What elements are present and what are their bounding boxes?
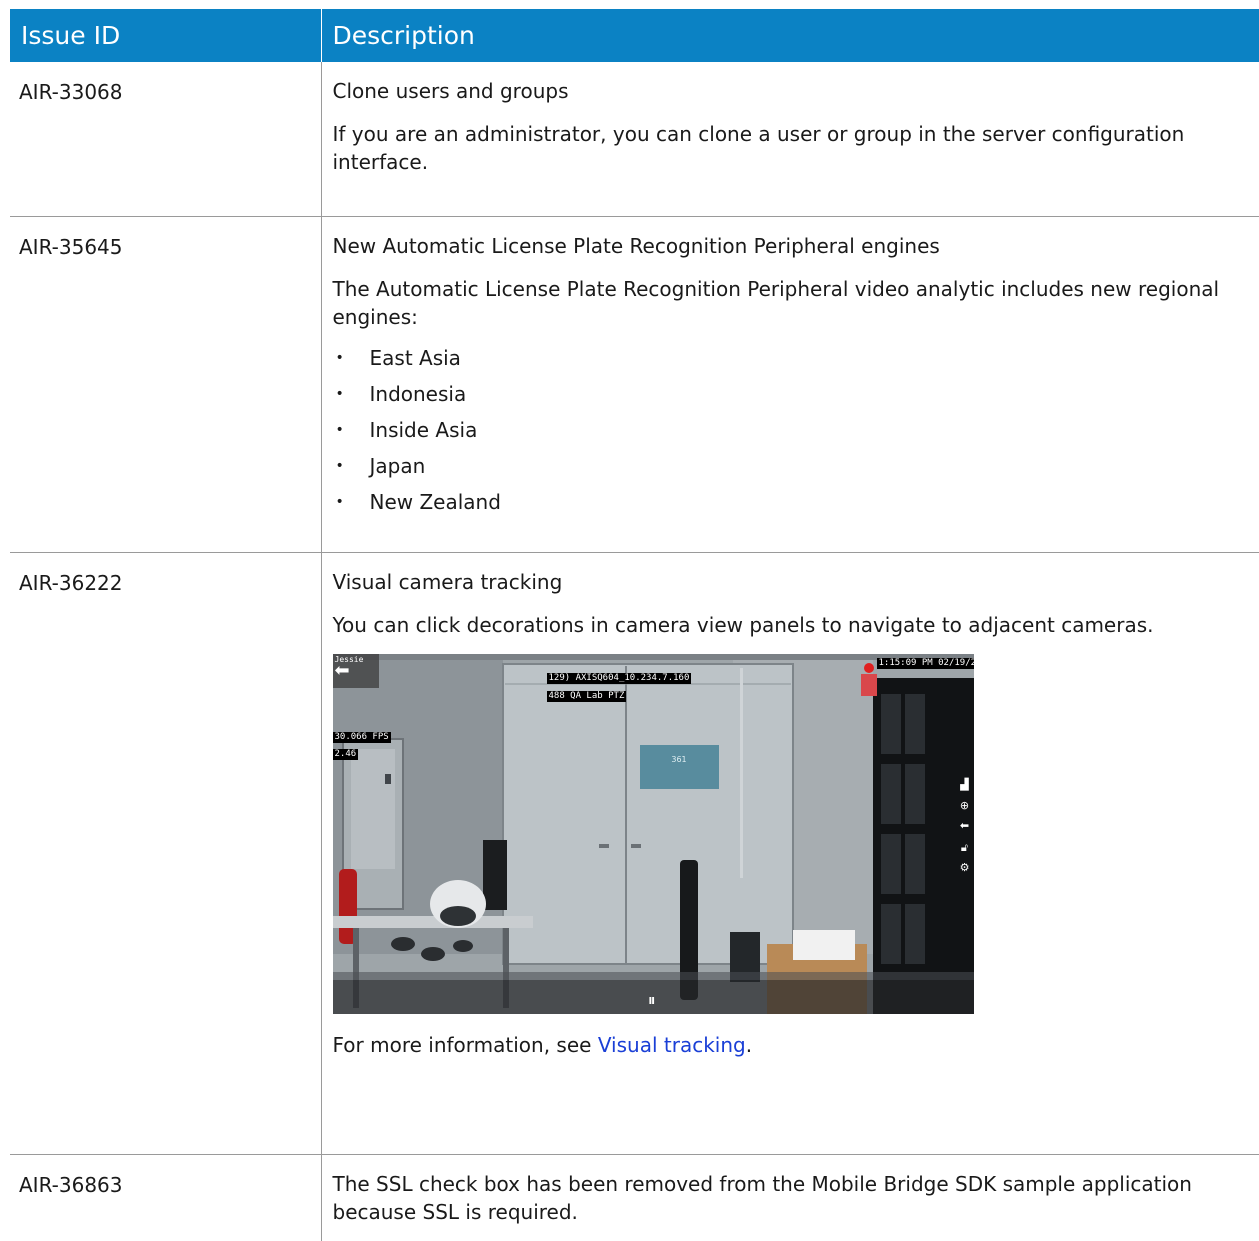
- list-item-label: Indonesia: [370, 382, 467, 406]
- camera-name-overlay: 129) AXISQ604_10.234.7.160: [547, 673, 692, 684]
- description-cell: The SSL check box has been removed from …: [321, 1154, 1259, 1241]
- fps-overlay: 30.066 FPS: [333, 732, 391, 743]
- more-information-suffix: .: [746, 1033, 752, 1057]
- camera-scene-illustration: [333, 654, 974, 1014]
- issue-id-cell: AIR-36863: [10, 1154, 321, 1241]
- regional-engine-list: • East Asia • Indonesia • Inside Asia • Japa…: [333, 340, 1259, 520]
- list-item-label: East Asia: [370, 346, 461, 370]
- list-item-label: Japan: [370, 454, 426, 478]
- list-item: • Indonesia: [333, 376, 1259, 412]
- issue-id-cell: AIR-35645: [10, 216, 321, 552]
- back-icon[interactable]: ⬅: [958, 819, 972, 833]
- pause-button[interactable]: II: [649, 988, 654, 1014]
- list-item: • Japan: [333, 448, 1259, 484]
- visual-tracking-decoration[interactable]: 361: [640, 745, 719, 789]
- lock-icon[interactable]: 🔓︎: [958, 841, 972, 855]
- timestamp-overlay: 1:15:09 PM 02/19/2019: [877, 658, 974, 669]
- bullet-icon: •: [336, 448, 344, 484]
- column-header-issue-id: Issue ID: [10, 9, 321, 62]
- list-item: • Inside Asia: [333, 412, 1259, 448]
- camera-back-label: Jessie: [333, 654, 366, 665]
- recording-indicator-icon: [864, 663, 874, 673]
- more-information: For more information, see Visual trackin…: [333, 1031, 1259, 1059]
- table-row: AIR-36222 Visual camera tracking You can…: [10, 552, 1259, 1154]
- list-item-label: New Zealand: [370, 490, 501, 514]
- signal-icon[interactable]: ▟: [958, 778, 972, 792]
- more-information-prefix: For more information, see: [333, 1033, 598, 1057]
- gear-icon[interactable]: ⚙︎: [958, 861, 972, 875]
- list-item-label: Inside Asia: [370, 418, 478, 442]
- issue-id-cell: AIR-33068: [10, 62, 321, 216]
- table-row: AIR-33068 Clone users and groups If you …: [10, 62, 1259, 216]
- table-row: AIR-35645 New Automatic License Plate Re…: [10, 216, 1259, 552]
- release-notes-table: Issue ID Description AIR-33068 Clone use…: [10, 9, 1259, 1241]
- bullet-icon: •: [336, 340, 344, 376]
- zoom-icon[interactable]: ⊕: [958, 799, 972, 813]
- camera-label-overlay: 488 QA Lab PTZ: [547, 691, 627, 702]
- column-header-description: Description: [321, 9, 1259, 62]
- bullet-icon: •: [336, 376, 344, 412]
- bullet-icon: •: [336, 484, 344, 520]
- list-item: • East Asia: [333, 340, 1259, 376]
- issue-id-cell: AIR-36222: [10, 552, 321, 1154]
- description-cell: Visual camera tracking You can click dec…: [321, 552, 1259, 1154]
- bitrate-overlay: 2.46: [333, 749, 359, 760]
- issue-body: You can click decorations in camera view…: [333, 611, 1259, 639]
- issue-title: New Automatic License Plate Recognition …: [333, 232, 1259, 260]
- description-cell: New Automatic License Plate Recognition …: [321, 216, 1259, 552]
- issue-body: The Automatic License Plate Recognition …: [333, 275, 1259, 331]
- issue-title: Visual camera tracking: [333, 568, 1259, 596]
- camera-view-screenshot: ⬅ Jessie 129) AXISQ604_10.234.7.160 488 …: [333, 654, 974, 1014]
- visual-tracking-link[interactable]: Visual tracking: [598, 1033, 746, 1057]
- table-row: AIR-36863 The SSL check box has been rem…: [10, 1154, 1259, 1241]
- issue-title: The SSL check box has been removed from …: [333, 1170, 1259, 1226]
- issue-title: Clone users and groups: [333, 77, 1259, 105]
- bullet-icon: •: [336, 412, 344, 448]
- table-header-row: Issue ID Description: [10, 9, 1259, 62]
- issue-body: If you are an administrator, you can clo…: [333, 120, 1259, 176]
- list-item: • New Zealand: [333, 484, 1259, 520]
- description-cell: Clone users and groups If you are an adm…: [321, 62, 1259, 216]
